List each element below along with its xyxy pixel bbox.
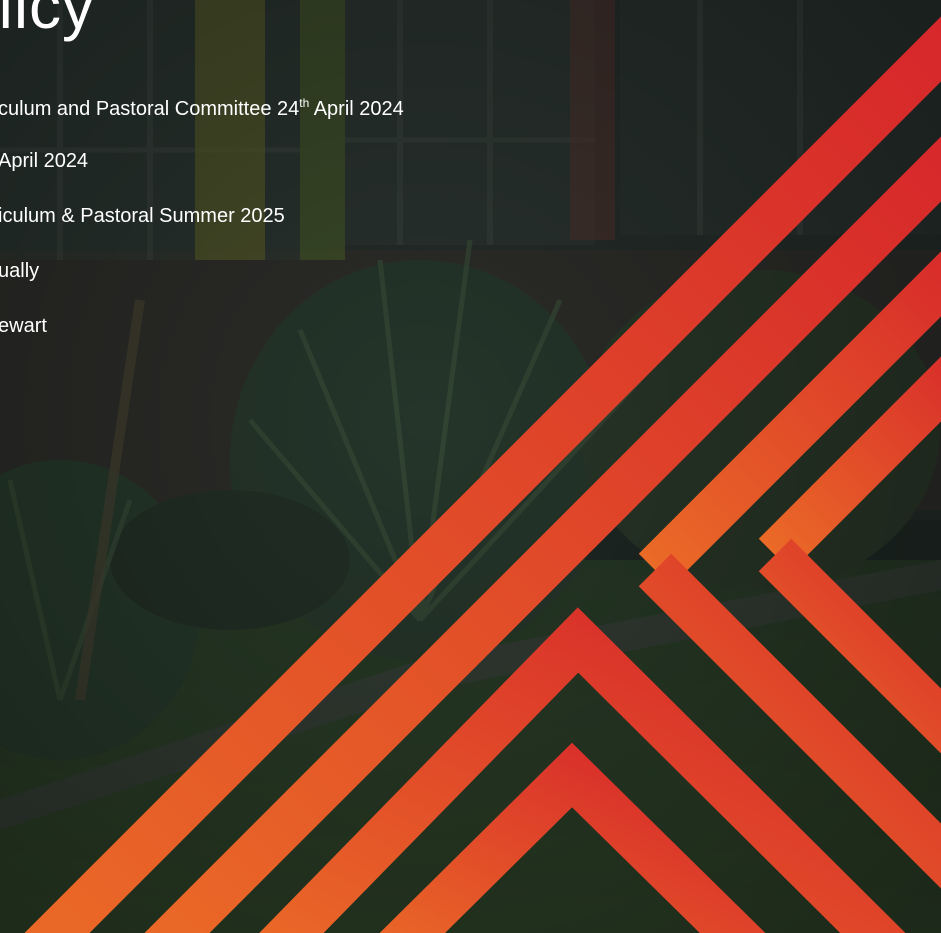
approval-superscript: th [299,96,310,110]
review-frequency-line: ually [0,260,40,282]
responsible-person-line: ewart [0,315,47,337]
policy-cover-page: olicy culum and Pastoral Committee 24th … [0,0,941,933]
policy-title: olicy [0,0,96,42]
approval-line: culum and Pastoral Committee 24th April … [0,96,404,122]
cover-text: olicy culum and Pastoral Committee 24th … [0,0,941,933]
approval-date: April 2024 [309,98,404,120]
adopted-date-line: April 2024 [0,150,89,172]
approval-text: culum and Pastoral Committee 24 [0,98,300,120]
next-review-line: iculum & Pastoral Summer 2025 [0,205,285,227]
